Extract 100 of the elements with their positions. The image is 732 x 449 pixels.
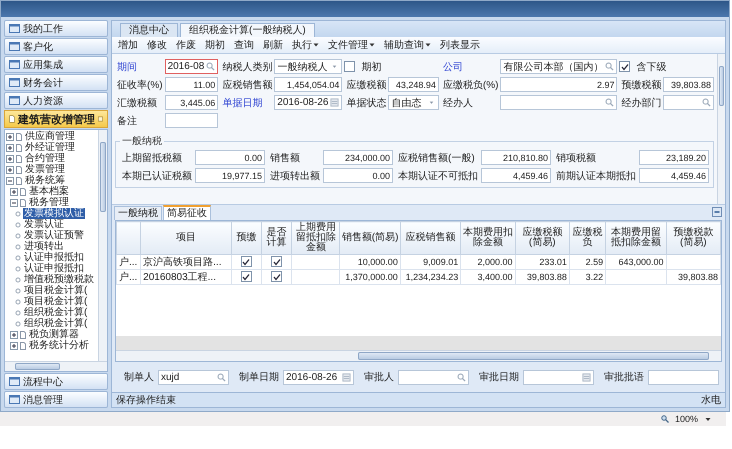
search-icon[interactable] [702,98,711,107]
tree-item[interactable]: 税负测算器 [28,329,80,340]
nav-button[interactable]: 财务会计 [4,74,108,91]
column-header[interactable]: 项目 [140,222,232,254]
tree-item[interactable]: 税务管理 [28,197,70,208]
search-icon[interactable] [605,98,614,107]
expand-icon[interactable] [10,188,18,196]
toolbar-button[interactable]: 辅助查询 [384,38,431,52]
search-icon[interactable] [457,372,466,382]
toolbar-button[interactable]: 列表显示 [440,38,480,52]
column-header[interactable]: 本期费用留抵扣除金额 [606,222,666,254]
tab[interactable]: 简易征收 [163,205,211,220]
input-field[interactable]: 2016-08-26 [283,370,354,384]
collapse-icon[interactable] [10,198,18,206]
tree-item[interactable]: 税务统计分析 [28,340,90,351]
column-header[interactable]: 应缴税额(简易) [515,222,570,254]
input-field[interactable] [398,370,469,384]
toolbar-button[interactable]: 查询 [234,38,254,52]
zoom-icon[interactable] [660,415,669,423]
input-field[interactable]: 有限公司本部（国内） [500,59,618,74]
input-field[interactable] [164,113,218,128]
module-header[interactable]: 建筑营改增管理 [4,110,108,128]
input-field[interactable]: 一般纳税人 [274,59,342,74]
checkbox[interactable] [240,271,252,282]
search-icon[interactable] [217,372,226,382]
tab[interactable]: 消息中心 [120,23,178,37]
input-field[interactable]: 自由态 [388,95,439,110]
search-icon[interactable] [605,62,614,71]
tree-item[interactable]: 认证申报抵扣 [23,252,85,263]
tab[interactable]: 一般纳税 [114,206,162,220]
input-field[interactable]: 39,803.88 [663,77,714,92]
input-field[interactable]: 2.97 [500,77,618,92]
input-field[interactable]: 2016-08-26 [274,95,342,110]
input-field[interactable] [663,95,714,110]
toolbar-button[interactable]: 增加 [118,38,138,52]
expand-icon[interactable] [10,330,18,338]
input-field[interactable] [523,370,594,384]
toolbar-button[interactable]: 刷新 [263,38,283,52]
input-field[interactable]: 0.00 [323,168,393,183]
input-field[interactable]: 11.00 [164,77,218,92]
scrollbar[interactable] [98,130,107,361]
tree-item[interactable]: 发票管理 [24,164,66,175]
input-field[interactable]: 3,445.06 [164,95,218,110]
input-field[interactable]: 4,459.46 [481,168,551,183]
tree-item[interactable]: 发票认证 [23,219,65,230]
tree-item[interactable]: 组织税金计算( [23,307,88,318]
checkbox[interactable] [619,61,630,72]
toolbar-button[interactable]: 作废 [176,38,196,52]
tree-item[interactable]: 进项转出 [23,241,65,252]
toolbar-button[interactable]: 执行 [292,38,319,52]
column-header[interactable]: 预缴 [231,222,262,254]
zoom-level[interactable]: 100% [674,414,698,424]
tree-item[interactable]: 合约管理 [24,153,66,164]
expand-icon[interactable] [6,166,14,174]
input-field[interactable]: 23,189.20 [639,150,709,165]
input-field[interactable]: 210,810.80 [481,150,551,165]
collapse-icon[interactable] [6,176,14,184]
column-header[interactable]: 应缴税负 [569,222,606,254]
caret-icon[interactable] [704,415,712,423]
tree-item[interactable]: 发票模拟认证 [23,208,85,219]
tree-item[interactable]: 发票认证预警 [23,230,85,241]
expand-icon[interactable] [6,132,14,140]
tree-item[interactable]: 基本档案 [28,186,70,197]
tree-item[interactable]: 税务统筹 [24,175,66,186]
checkbox[interactable] [271,256,282,268]
tree-item[interactable]: 增值税预缴税款 [23,274,95,285]
nav-button[interactable]: 流程中心 [4,373,108,390]
checkbox[interactable] [344,61,356,72]
scrollbar[interactable] [116,350,721,361]
calendar-icon[interactable] [330,98,340,107]
calendar-icon[interactable] [342,372,351,382]
column-header[interactable]: 本期费用扣除金额 [460,222,516,254]
nav-button[interactable]: 消息管理 [4,391,108,408]
toolbar-button[interactable]: 文件管理 [328,38,375,52]
column-header[interactable]: 上期费用留抵扣除金额 [292,222,340,254]
nav-button[interactable]: 我的工作 [4,20,108,37]
input-field[interactable]: xujd [158,370,229,384]
input-field[interactable]: 234,000.00 [323,150,393,165]
column-header[interactable]: 是否计算 [261,222,292,254]
expand-icon[interactable] [6,144,14,152]
input-field[interactable]: 4,459.46 [639,168,709,183]
collapse-icon[interactable] [712,207,722,217]
input-field[interactable]: 1,454,054.04 [274,77,342,92]
input-field[interactable]: 2016-08 [164,59,218,74]
checkbox[interactable] [240,256,252,268]
expand-icon[interactable] [6,154,14,162]
checkbox[interactable] [271,271,282,282]
nav-button[interactable]: 应用集成 [4,56,108,73]
nav-button[interactable]: 客户化 [4,38,108,55]
tree-item[interactable]: 项目税金计算( [23,285,88,296]
search-icon[interactable] [206,62,216,71]
tree-item[interactable]: 外经证管理 [24,142,76,153]
scrollbar[interactable] [5,361,107,371]
scrollbar[interactable] [717,54,725,204]
column-header[interactable]: 预缴税款(简易) [666,222,720,254]
nav-button[interactable]: 人力资源 [4,92,108,109]
input-field[interactable]: 19,977.15 [195,168,265,183]
input-field[interactable] [500,95,618,110]
tree-item[interactable]: 认证申报抵扣 [23,263,85,274]
input-field[interactable]: 0.00 [195,150,265,165]
